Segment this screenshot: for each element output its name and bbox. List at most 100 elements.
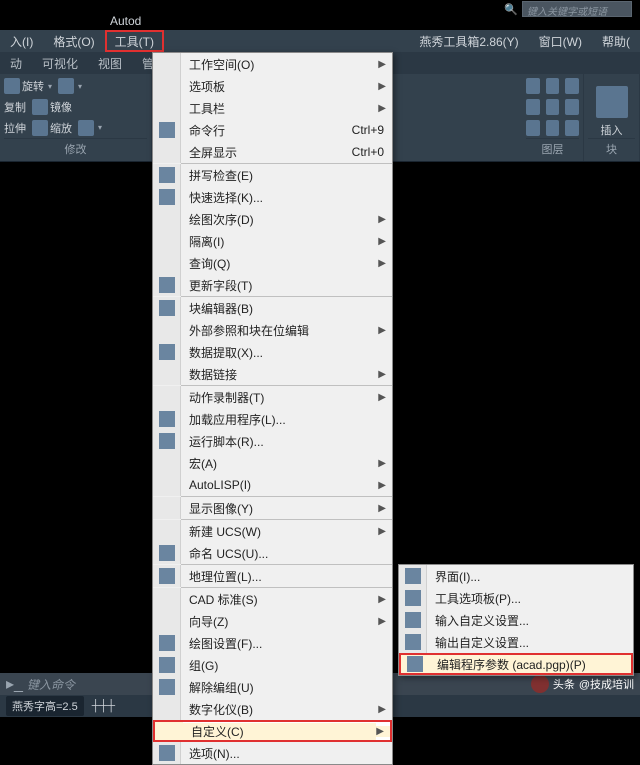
tab-1[interactable]: 动 <box>0 52 32 74</box>
data-icon <box>159 344 175 360</box>
dd-item-6[interactable]: 拼写检查(E) <box>153 164 392 186</box>
sub-item-4[interactable]: 编辑程序参数 (acad.pgp)(P) <box>399 653 633 675</box>
export-icon <box>405 634 421 650</box>
dd-label: 块编辑器(B) <box>181 300 392 317</box>
dd-label: 宏(A) <box>181 455 378 472</box>
dd-item-7[interactable]: 快速选择(K)... <box>153 186 392 208</box>
chevron-right-icon: ▶ <box>378 616 392 627</box>
dd-item-0[interactable]: 工作空间(O)▶ <box>153 53 392 75</box>
dd-label: 数据链接 <box>181 366 378 383</box>
trim-button[interactable]: ▾ <box>58 78 82 94</box>
tab-visualize[interactable]: 可视化 <box>32 52 88 74</box>
layer-icon6[interactable] <box>565 99 579 115</box>
menu-format[interactable]: 格式(O) <box>43 30 104 52</box>
sub-item-1[interactable]: 工具选项板(P)... <box>399 587 633 609</box>
mirror-icon <box>32 99 48 115</box>
dd-item-37[interactable]: 自定义(C)▶ <box>153 720 392 742</box>
dd-item-20[interactable]: 运行脚本(R)... <box>153 430 392 452</box>
dd-item-29[interactable]: 地理位置(L)... <box>153 565 392 587</box>
dd-item-19[interactable]: 加载应用程序(L)... <box>153 408 392 430</box>
dd-label: 隔离(I) <box>181 233 378 250</box>
dd-item-26[interactable]: 新建 UCS(W)▶ <box>153 520 392 542</box>
menu-help[interactable]: 帮助( <box>592 30 640 52</box>
tools-dropdown: 工作空间(O)▶选项板▶工具栏▶命令行Ctrl+9全屏显示Ctrl+0拼写检查(… <box>152 52 393 765</box>
dd-item-15[interactable]: 数据提取(X)... <box>153 341 392 363</box>
dd-item-2[interactable]: 工具栏▶ <box>153 97 392 119</box>
dd-item-27[interactable]: 命名 UCS(U)... <box>153 542 392 564</box>
menu-yanxiu[interactable]: 燕秀工具箱2.86(Y) <box>409 30 528 52</box>
copy-button[interactable]: 复制 <box>4 99 26 115</box>
layer-icon4[interactable] <box>526 99 540 115</box>
dd-label: 命令行 <box>181 122 352 139</box>
cmd-prompt: 键入命令 <box>27 676 75 693</box>
chevron-right-icon: ▶ <box>378 258 392 269</box>
dd-label: 全屏显示 <box>181 144 352 161</box>
dd-item-10[interactable]: 查询(Q)▶ <box>153 252 392 274</box>
dd-item-31[interactable]: CAD 标准(S)▶ <box>153 588 392 610</box>
insert-button[interactable]: 插入 <box>601 122 623 138</box>
panel-block-label: 块 <box>588 138 635 159</box>
dd-label: 快速选择(K)... <box>181 189 392 206</box>
dd-item-16[interactable]: 数据链接▶ <box>153 363 392 385</box>
dd-item-34[interactable]: 组(G) <box>153 654 392 676</box>
tab-view[interactable]: 视图 <box>88 52 132 74</box>
layer-icon2[interactable] <box>546 78 560 94</box>
dd-item-13[interactable]: 块编辑器(B) <box>153 297 392 319</box>
dd-item-24[interactable]: 显示图像(Y)▶ <box>153 497 392 519</box>
sub-label: 输入自定义设置... <box>427 612 633 629</box>
rotate-button[interactable]: 旋转▾ <box>4 78 52 94</box>
dd-item-1[interactable]: 选项板▶ <box>153 75 392 97</box>
dd-label: 命名 UCS(U)... <box>181 545 392 562</box>
dd-item-21[interactable]: 宏(A)▶ <box>153 452 392 474</box>
layer-icon5[interactable] <box>546 99 560 115</box>
sub-item-0[interactable]: 界面(I)... <box>399 565 633 587</box>
insert-big-icon[interactable] <box>596 86 628 118</box>
draft-icon <box>159 635 175 651</box>
qselect-icon <box>159 189 175 205</box>
wm-author: @技成培训 <box>579 676 634 692</box>
layer-icon9[interactable] <box>565 120 579 136</box>
dd-label: 显示图像(Y) <box>181 500 378 517</box>
palette-icon <box>405 590 421 606</box>
scale-button[interactable]: 缩放 <box>32 120 72 136</box>
mirror-button[interactable]: 镜像 <box>32 99 72 115</box>
dd-item-22[interactable]: AutoLISP(I)▶ <box>153 474 392 496</box>
dd-item-9[interactable]: 隔离(I)▶ <box>153 230 392 252</box>
dd-item-33[interactable]: 绘图设置(F)... <box>153 632 392 654</box>
layer-icon7[interactable] <box>526 120 540 136</box>
dd-item-32[interactable]: 向导(Z)▶ <box>153 610 392 632</box>
menu-window[interactable]: 窗口(W) <box>529 30 592 52</box>
menu-insert[interactable]: 入(I) <box>0 30 43 52</box>
dd-item-4[interactable]: 全屏显示Ctrl+0 <box>153 141 392 163</box>
dd-label: 加载应用程序(L)... <box>181 411 392 428</box>
dd-label: 绘图次序(D) <box>181 211 378 228</box>
dd-label: 自定义(C) <box>183 723 376 740</box>
dd-item-14[interactable]: 外部参照和块在位编辑▶ <box>153 319 392 341</box>
menu-tools[interactable]: 工具(T) <box>105 30 164 52</box>
array-button[interactable]: ▾ <box>78 120 102 136</box>
dd-item-8[interactable]: 绘图次序(D)▶ <box>153 208 392 230</box>
layer-icon1[interactable] <box>526 78 540 94</box>
chevron-right-icon: ▶ <box>378 594 392 605</box>
dd-label: 解除编组(U) <box>181 679 392 696</box>
search-input[interactable]: 键入关键字或短语 <box>522 1 632 17</box>
block-icon <box>159 300 175 316</box>
dd-item-35[interactable]: 解除编组(U) <box>153 676 392 698</box>
dd-shortcut: Ctrl+0 <box>352 145 392 159</box>
dd-item-11[interactable]: 更新字段(T) <box>153 274 392 296</box>
chevron-right-icon: ▶ <box>378 704 392 715</box>
stretch-button[interactable]: 拉伸 <box>4 120 26 136</box>
load-icon <box>159 411 175 427</box>
dd-item-38[interactable]: 选项(N)... <box>153 742 392 764</box>
dd-item-3[interactable]: 命令行Ctrl+9 <box>153 119 392 141</box>
chevron-right-icon: ▶ <box>378 59 392 70</box>
status-grid-icon[interactable]: ┼┼┼ <box>92 700 115 712</box>
sub-item-2[interactable]: 输入自定义设置... <box>399 609 633 631</box>
sub-item-3[interactable]: 输出自定义设置... <box>399 631 633 653</box>
dd-label: 数字化仪(B) <box>181 701 378 718</box>
status-textheight[interactable]: 燕秀字高=2.5 <box>6 696 84 716</box>
layer-icon8[interactable] <box>546 120 560 136</box>
layer-icon3[interactable] <box>565 78 579 94</box>
dd-item-18[interactable]: 动作录制器(T)▶ <box>153 386 392 408</box>
ucs-icon <box>159 545 175 561</box>
